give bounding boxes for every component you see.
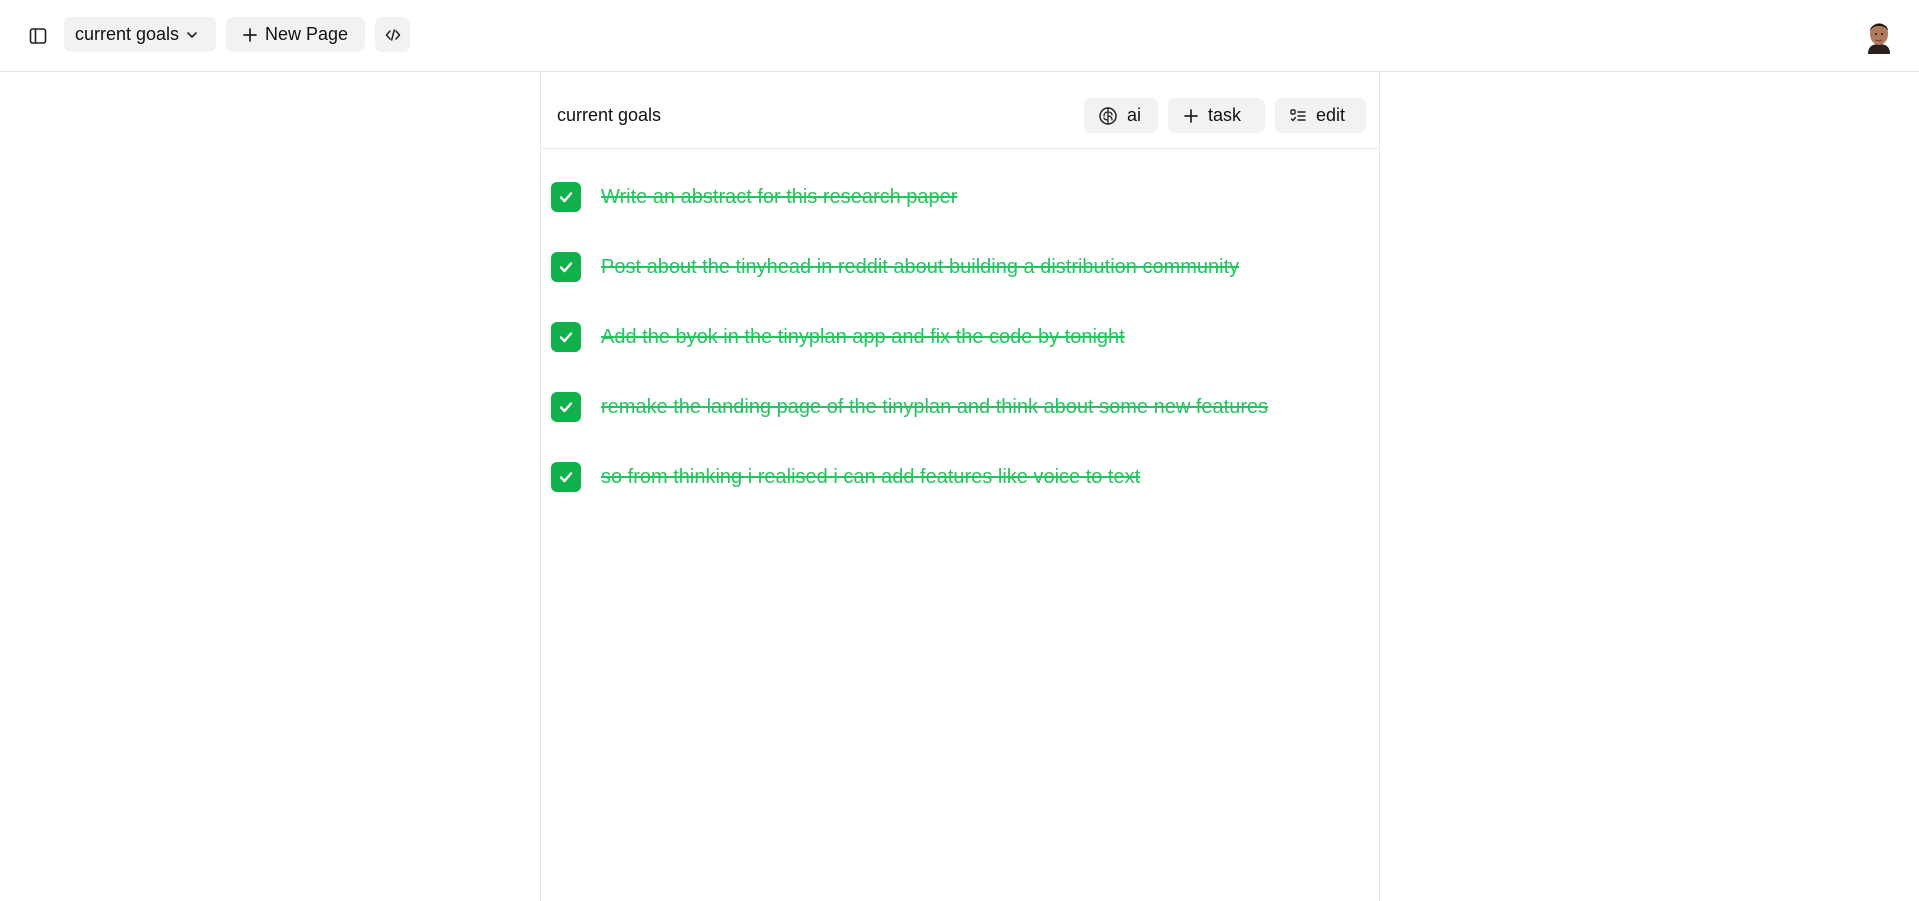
task-text[interactable]: remake the landing page of the tinyplan …	[601, 396, 1268, 419]
task-checkbox[interactable]	[551, 252, 581, 282]
panel-header: current goals ai task edit	[541, 72, 1379, 149]
task-checkbox[interactable]	[551, 322, 581, 352]
new-page-button[interactable]: New Page	[226, 17, 365, 52]
page-selector-label: current goals	[75, 24, 180, 44]
list-item: so from thinking i realised i can add fe…	[551, 462, 1371, 492]
code-view-button[interactable]	[375, 17, 410, 52]
list-item: Write an abstract for this research pape…	[551, 182, 1371, 212]
checkmark-icon	[559, 332, 573, 343]
page-title: current goals	[557, 105, 662, 125]
list-item: Add the byok in the tinyplan app and fix…	[551, 322, 1371, 352]
checkmark-icon	[559, 472, 573, 483]
edit-button-label: edit	[1316, 105, 1346, 125]
task-checkbox[interactable]	[551, 462, 581, 492]
task-checkbox[interactable]	[551, 392, 581, 422]
add-task-label: task	[1208, 105, 1242, 125]
task-checkbox[interactable]	[551, 182, 581, 212]
code-icon	[385, 28, 400, 41]
page-selector-dropdown[interactable]: current goals	[64, 17, 216, 52]
checkmark-icon	[559, 402, 573, 413]
task-text[interactable]: Post about the tinyhead in reddit about …	[601, 256, 1239, 279]
goals-panel: current goals ai task edit Write an abst…	[540, 72, 1380, 901]
chevron-down-icon	[185, 28, 199, 42]
new-page-label: New Page	[265, 24, 349, 44]
list-item: remake the landing page of the tinyplan …	[551, 392, 1371, 422]
plus-icon	[242, 27, 258, 43]
brain-icon	[1098, 106, 1118, 126]
checkmark-icon	[559, 192, 573, 203]
user-avatar[interactable]	[1864, 18, 1894, 54]
task-text[interactable]: Add the byok in the tinyplan app and fix…	[601, 326, 1125, 349]
edit-button[interactable]: edit	[1275, 98, 1366, 133]
checkmark-icon	[559, 262, 573, 273]
checklist-edit-icon	[1289, 107, 1307, 125]
ai-button[interactable]: ai	[1084, 98, 1158, 133]
list-item: Post about the tinyhead in reddit about …	[551, 252, 1371, 282]
task-text[interactable]: Write an abstract for this research pape…	[601, 186, 957, 209]
sidebar-panel-icon	[29, 28, 47, 44]
task-text[interactable]: so from thinking i realised i can add fe…	[601, 466, 1140, 489]
sidebar-toggle-button[interactable]	[24, 22, 52, 50]
top-bar: current goals New Page	[0, 0, 1919, 72]
plus-icon	[1183, 108, 1199, 124]
add-task-button[interactable]: task	[1168, 98, 1265, 133]
ai-button-label: ai	[1127, 105, 1142, 125]
